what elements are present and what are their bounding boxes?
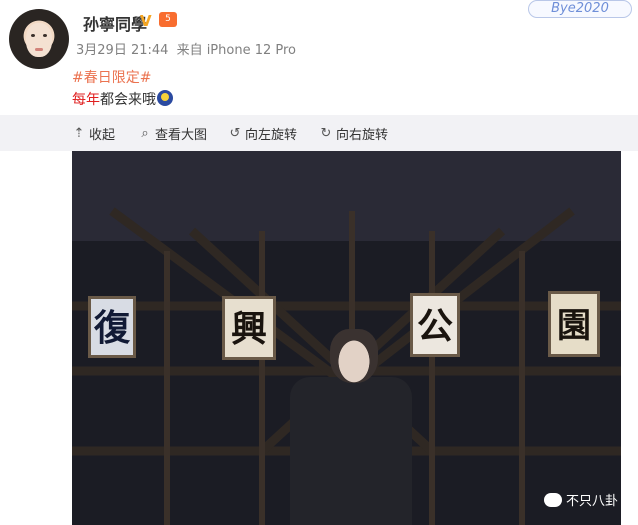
topic-link[interactable]: #春日限定# bbox=[72, 67, 151, 87]
watermark-badge: Bye2020 bbox=[528, 0, 632, 18]
person-head bbox=[330, 329, 378, 383]
username[interactable]: 孙寧同學 bbox=[83, 11, 147, 35]
view-large-button[interactable]: ⌕ 查看大图 bbox=[138, 124, 207, 143]
collapse-button[interactable]: ⇡ 收起 bbox=[72, 124, 115, 143]
credit-label: 不只八卦 bbox=[566, 494, 619, 509]
highlighted-text: 每年 bbox=[72, 92, 100, 108]
post-source: 来自 iPhone 12 Pro bbox=[176, 43, 297, 58]
user-avatar[interactable] bbox=[9, 9, 69, 69]
avatar-eye bbox=[43, 34, 47, 37]
post-photo[interactable]: 復 興 公 園 bbox=[72, 151, 621, 525]
gate-sign: 公 bbox=[410, 293, 460, 357]
gate-sign: 園 bbox=[548, 291, 600, 357]
rotate-left-label: 向左旋转 bbox=[245, 128, 298, 143]
level-badge-icon[interactable]: 5 bbox=[159, 12, 177, 27]
post-text: 每年都会来哦 bbox=[72, 89, 173, 109]
post-date[interactable]: 3月29日 21:44 bbox=[76, 43, 168, 58]
view-large-label: 查看大图 bbox=[155, 128, 208, 143]
image-toolbar: ⇡ 收起 ⌕ 查看大图 ↺ 向左旋转 ↻ 向右旋转 bbox=[0, 115, 638, 151]
post-text-body: 都会来哦 bbox=[100, 92, 156, 108]
moon-emoji-icon bbox=[157, 90, 173, 106]
verified-badge-icon[interactable]: V bbox=[140, 12, 152, 30]
rotate-left-button[interactable]: ↺ 向左旋转 bbox=[228, 124, 297, 143]
photo-credit: 不只八卦 bbox=[544, 490, 618, 509]
gate-sign: 興 bbox=[222, 296, 276, 360]
avatar-mouth bbox=[35, 48, 43, 51]
rotate-right-label: 向右旋转 bbox=[336, 128, 389, 143]
collapse-arrow-icon: ⇡ bbox=[73, 126, 85, 141]
rotate-right-button[interactable]: ↻ 向右旋转 bbox=[319, 124, 388, 143]
collapse-label: 收起 bbox=[89, 128, 116, 143]
person-figure bbox=[290, 377, 412, 525]
post-meta: 3月29日 21:44 来自 iPhone 12 Pro bbox=[76, 39, 296, 58]
avatar-face bbox=[26, 23, 52, 57]
magnifier-icon: ⌕ bbox=[141, 126, 149, 141]
rotate-left-icon: ↺ bbox=[229, 126, 241, 141]
avatar-eye bbox=[31, 34, 35, 37]
rotate-right-icon: ↻ bbox=[320, 126, 332, 141]
wechat-icon bbox=[544, 492, 562, 507]
gate-sign: 復 bbox=[88, 296, 136, 358]
